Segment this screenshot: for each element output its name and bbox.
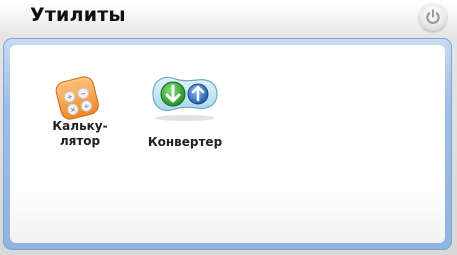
app-converter[interactable]: Конвертер <box>137 73 233 163</box>
power-icon <box>426 9 440 24</box>
app-converter-label: Конвертер <box>147 135 223 149</box>
power-button[interactable] <box>419 3 447 31</box>
calculator-icon: + − × ÷ <box>55 76 99 120</box>
app-calculator-label: Кальку- лятор <box>52 119 108 148</box>
app-calculator[interactable]: + − × ÷ Кальку- лятор <box>45 73 115 163</box>
converter-icon <box>152 76 218 121</box>
page-title: Утилиты <box>30 4 126 26</box>
title-bar: Утилиты <box>0 0 457 38</box>
utilities-screen: Утилиты + − × ÷ Кальку- лятор Конвертер <box>0 0 457 255</box>
